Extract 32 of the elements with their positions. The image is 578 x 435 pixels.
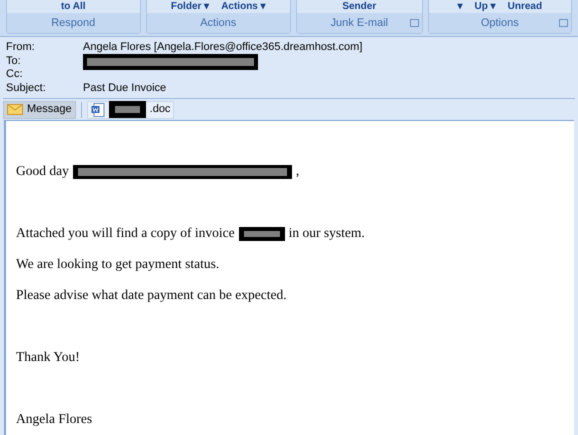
dialog-launcher-icon[interactable] xyxy=(559,19,568,27)
body-text: Good day xyxy=(16,162,69,180)
ribbon-button[interactable]: ▾ xyxy=(458,0,462,12)
group-label: Respond xyxy=(51,16,96,31)
field-label: To: xyxy=(6,54,22,68)
document-icon xyxy=(90,102,105,116)
group-label: Junk E-mail xyxy=(330,16,388,31)
ribbon-button[interactable]: Folder ▾ xyxy=(170,0,210,12)
body-text: Please advise what date payment can be expected. xyxy=(16,286,287,304)
field-value: Past Due Invoice xyxy=(83,82,166,95)
field-value: Angela Flores [Angela.Flores@office365.dreamhost.com] xyxy=(83,41,362,54)
redaction-bar xyxy=(238,226,285,240)
ribbon-button[interactable]: Actions ▾ xyxy=(221,0,266,12)
attachment-tab[interactable]: Message xyxy=(3,100,76,118)
group-label: Options xyxy=(480,16,519,31)
field-label: Cc: xyxy=(6,68,24,82)
body-text: in our system. xyxy=(288,224,365,242)
body-text: We are looking to get payment status. xyxy=(16,255,220,274)
ribbon-button[interactable]: to All xyxy=(60,0,86,12)
body-text: Attached you will find a copy of invoice xyxy=(16,224,235,242)
ribbon-button[interactable]: Up ▾ xyxy=(474,0,496,12)
envelope-icon xyxy=(7,104,23,115)
ribbon-button[interactable]: Unread xyxy=(508,0,542,12)
attachment-tab[interactable]: .doc xyxy=(86,100,174,118)
body-text: Angela Flores xyxy=(16,410,92,428)
group-label: Actions xyxy=(200,16,236,31)
body-text: , xyxy=(296,162,300,180)
ribbon-button[interactable]: Sender xyxy=(342,0,376,12)
field-label: From: xyxy=(6,41,36,54)
dialog-launcher-icon[interactable] xyxy=(410,19,419,27)
field-label: Subject: xyxy=(6,82,47,95)
body-text: Thank You! xyxy=(16,348,80,366)
